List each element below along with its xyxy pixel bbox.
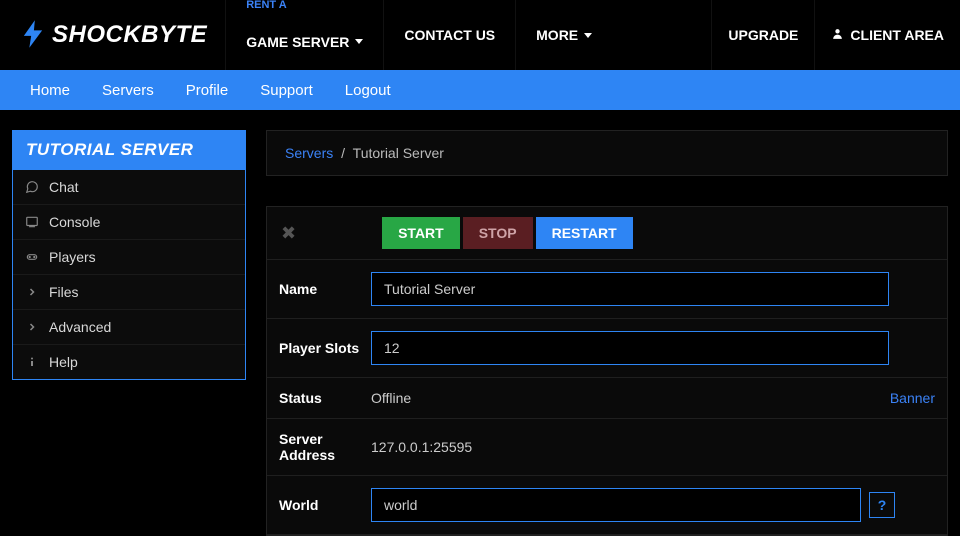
subnav: Home Servers Profile Support Logout (0, 70, 960, 110)
sidebar-item-label: Advanced (49, 319, 111, 335)
name-input[interactable] (371, 272, 889, 306)
sidebar-item-players[interactable]: Players (13, 240, 245, 275)
sidebar-item-label: Console (49, 214, 100, 230)
slots-input[interactable] (371, 331, 889, 365)
row-world: World ? (267, 476, 947, 535)
row-address: Server Address 127.0.0.1:25595 (267, 419, 947, 476)
main: Servers / Tutorial Server ✖ START STOP R… (266, 130, 948, 536)
address-value: 127.0.0.1:25595 (371, 439, 472, 455)
close-icon[interactable]: ✖ (279, 223, 298, 244)
sidebar-item-label: Files (49, 284, 79, 300)
row-name: Name (267, 260, 947, 319)
start-button[interactable]: START (382, 217, 460, 249)
chevron-right-icon (25, 285, 39, 299)
nav-upgrade[interactable]: UPGRADE (711, 0, 814, 70)
sidebar-item-label: Help (49, 354, 78, 370)
bolt-icon (22, 20, 44, 51)
sidebar-item-label: Chat (49, 179, 79, 195)
breadcrumb: Servers / Tutorial Server (266, 130, 948, 176)
topnav: RENT A GAME SERVER CONTACT US MORE UPGRA… (225, 0, 960, 70)
restart-button[interactable]: RESTART (536, 217, 633, 249)
breadcrumb-current: Tutorial Server (353, 145, 444, 161)
slots-label: Player Slots (279, 340, 371, 356)
logo-text: SHOCKBYTE (52, 21, 207, 49)
breadcrumb-sep: / (341, 145, 345, 161)
user-icon (831, 27, 844, 43)
sidebar-item-label: Players (49, 249, 96, 265)
nav-rent-subtitle: RENT A (246, 0, 363, 11)
stop-button[interactable]: STOP (463, 217, 533, 249)
row-status: Status Offline Banner (267, 378, 947, 419)
sidebar-item-help[interactable]: Help (13, 345, 245, 379)
sidebar-item-files[interactable]: Files (13, 275, 245, 310)
nav-more-label: MORE (536, 27, 578, 43)
address-label: Server Address (279, 431, 371, 463)
console-icon (25, 215, 39, 229)
players-icon (25, 250, 39, 264)
caret-down-icon (584, 33, 592, 38)
subnav-support[interactable]: Support (244, 82, 329, 99)
logo[interactable]: SHOCKBYTE (0, 0, 225, 70)
nav-client-area[interactable]: CLIENT AREA (814, 0, 960, 70)
sidebar-item-advanced[interactable]: Advanced (13, 310, 245, 345)
sidebar: TUTORIAL SERVER Chat Console Players (12, 130, 246, 536)
nav-rent-server[interactable]: RENT A GAME SERVER (225, 0, 383, 70)
chat-icon (25, 180, 39, 194)
subnav-home[interactable]: Home (14, 82, 86, 99)
nav-client-area-label: CLIENT AREA (850, 27, 944, 43)
info-icon (25, 355, 39, 369)
world-input[interactable] (371, 488, 861, 522)
server-form: ✖ START STOP RESTART Name Player Slots S… (266, 206, 948, 536)
nav-rent-label: GAME SERVER (246, 34, 349, 50)
sidebar-title: TUTORIAL SERVER (12, 130, 246, 170)
subnav-profile[interactable]: Profile (170, 82, 245, 99)
control-row: ✖ START STOP RESTART (267, 207, 947, 260)
chevron-right-icon (25, 320, 39, 334)
subnav-servers[interactable]: Servers (86, 82, 170, 99)
status-label: Status (279, 390, 371, 406)
row-slots: Player Slots (267, 319, 947, 378)
status-value: Offline (371, 390, 411, 406)
nav-more[interactable]: MORE (515, 0, 612, 70)
topbar: SHOCKBYTE RENT A GAME SERVER CONTACT US … (0, 0, 960, 70)
help-button[interactable]: ? (869, 492, 895, 518)
caret-down-icon (355, 39, 363, 44)
breadcrumb-root[interactable]: Servers (285, 145, 333, 161)
sidebar-item-console[interactable]: Console (13, 205, 245, 240)
banner-link[interactable]: Banner (890, 390, 935, 406)
world-label: World (279, 497, 371, 513)
topnav-right: UPGRADE CLIENT AREA (711, 0, 960, 70)
control-buttons: START STOP RESTART (382, 217, 633, 249)
sidebar-list: Chat Console Players Files (12, 170, 246, 380)
subnav-logout[interactable]: Logout (329, 82, 407, 99)
sidebar-item-chat[interactable]: Chat (13, 170, 245, 205)
nav-contact[interactable]: CONTACT US (383, 0, 515, 70)
name-label: Name (279, 281, 371, 297)
